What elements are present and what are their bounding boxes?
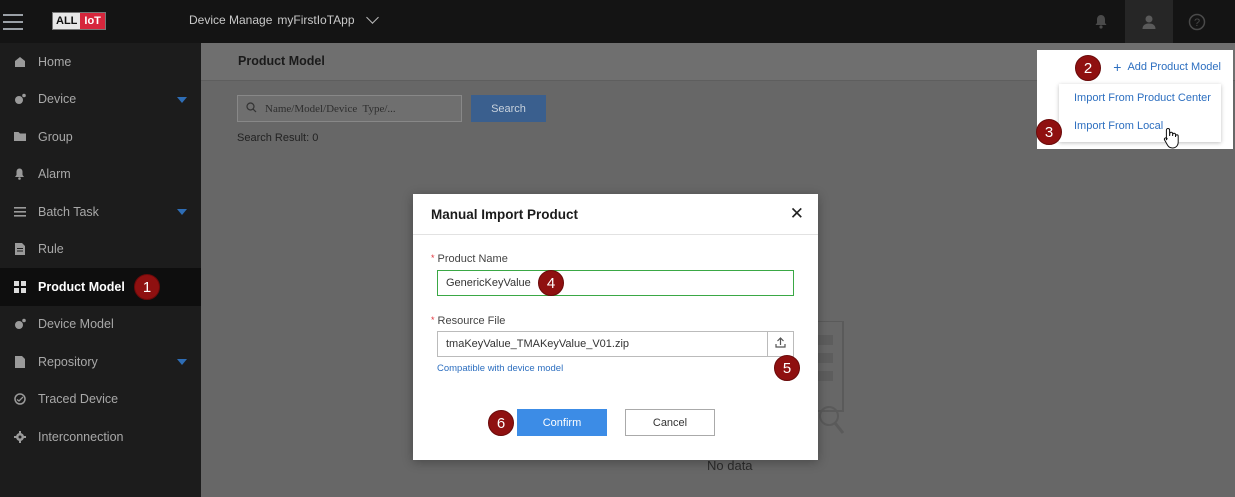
sidebar-item-interconnection[interactable]: Interconnection (0, 418, 201, 456)
plus-icon: + (1113, 58, 1122, 75)
step-marker-3: 3 (1036, 119, 1062, 145)
help-icon[interactable]: ? (1173, 0, 1221, 43)
add-product-model-label: Add Product Model (1127, 61, 1221, 73)
sidebar-item-alarm[interactable]: Alarm (0, 156, 201, 194)
search-button[interactable]: Search (471, 95, 546, 122)
search-input[interactable] (265, 102, 445, 115)
add-product-model-button[interactable]: + Add Product Model (1113, 58, 1221, 75)
no-data-label: No data (707, 458, 753, 473)
chevron-down-icon (365, 11, 379, 24)
sidebar-item-label: Group (38, 129, 73, 144)
sidebar-item-product-model[interactable]: Product Model (0, 268, 201, 306)
step-marker-6: 6 (488, 410, 514, 436)
sidebar-item-label: Device Model (38, 317, 114, 332)
sidebar-item-label: Device (38, 92, 77, 107)
compatibility-hint: Compatible with device model (437, 363, 564, 374)
expand-caret-icon[interactable] (177, 359, 187, 365)
sidebar-item-label: Rule (38, 242, 64, 257)
hamburger-menu-icon[interactable] (3, 0, 29, 43)
gear-icon (13, 430, 26, 443)
device-model-icon (13, 318, 26, 331)
app-name: myFirstIoTApp (277, 13, 355, 27)
confirm-button[interactable]: Confirm (517, 409, 607, 436)
product-name-label: * Product Name (431, 253, 508, 265)
resource-file-label-text: Resource File (437, 315, 506, 327)
dialog-header: Manual Import Product ✕ (413, 194, 818, 235)
sidebar-item-label: Interconnection (38, 429, 124, 444)
search-field[interactable] (237, 95, 462, 122)
sidebar-item-label: Batch Task (38, 204, 99, 219)
repository-icon (13, 355, 26, 368)
menu-item-import-from-product-center[interactable]: Import From Product Center (1059, 84, 1221, 112)
hand-cursor-icon (1163, 127, 1179, 149)
sidebar-item-label: Home (38, 54, 72, 69)
resource-file-label: * Resource File (431, 315, 505, 327)
step-marker-5: 5 (774, 355, 800, 381)
top-bar: ALL IoT Device Manage myFirstIoTApp ? (0, 0, 1235, 43)
sidebar-item-batch-task[interactable]: Batch Task (0, 193, 201, 231)
logo-text-left: ALL (53, 13, 81, 29)
add-product-model-panel: + Add Product Model Import From Product … (1037, 50, 1233, 149)
menu-item-import-from-local[interactable]: Import From Local (1059, 112, 1221, 140)
svg-text:?: ? (1194, 17, 1200, 29)
upload-icon (775, 337, 786, 351)
bell-icon (13, 168, 26, 181)
search-icon (246, 101, 257, 116)
sidebar: Home Device Group Alarm Batch Task Rule … (0, 43, 201, 497)
notification-bell-icon[interactable] (1077, 0, 1125, 43)
sidebar-item-label: Alarm (38, 167, 71, 182)
trace-icon (13, 393, 26, 406)
cancel-button[interactable]: Cancel (625, 409, 715, 436)
grid-icon (13, 280, 26, 293)
device-icon (13, 93, 26, 106)
user-avatar-icon[interactable] (1125, 0, 1173, 43)
close-icon[interactable]: ✕ (790, 205, 804, 222)
step-marker-4: 4 (538, 270, 564, 296)
add-product-menu: Import From Product Center Import From L… (1059, 84, 1221, 142)
page-title: Product Model (238, 54, 325, 68)
logo: ALL IoT (52, 12, 106, 30)
step-marker-1: 1 (134, 274, 160, 300)
sidebar-item-label: Repository (38, 354, 98, 369)
product-name-input[interactable] (437, 270, 794, 296)
logo-text-right: IoT (80, 13, 105, 29)
sidebar-item-label: Traced Device (38, 392, 119, 407)
section-label: Device Manage (189, 13, 273, 27)
resource-file-field[interactable]: tmaKeyValue_TMAKeyValue_V01.zip (437, 331, 768, 357)
sidebar-item-home[interactable]: Home (0, 43, 201, 81)
sidebar-item-traced-device[interactable]: Traced Device (0, 381, 201, 419)
folder-icon (13, 130, 26, 143)
required-asterisk: * (431, 253, 435, 263)
sidebar-item-group[interactable]: Group (0, 118, 201, 156)
product-name-label-text: Product Name (437, 253, 508, 265)
step-marker-2: 2 (1075, 55, 1101, 81)
home-icon (13, 55, 26, 68)
dialog-title: Manual Import Product (431, 207, 579, 222)
manual-import-product-dialog: Manual Import Product ✕ *Product Name *R… (413, 194, 818, 460)
upload-button[interactable] (767, 331, 794, 357)
expand-caret-icon[interactable] (177, 96, 187, 103)
app-selector[interactable]: Device Manage myFirstIoTApp (189, 11, 379, 27)
sidebar-item-device-model[interactable]: Device Model (0, 306, 201, 344)
sidebar-item-rule[interactable]: Rule (0, 231, 201, 269)
list-icon (13, 205, 26, 218)
sidebar-item-label: Product Model (38, 279, 125, 294)
search-result-count: Search Result: 0 (237, 132, 319, 144)
document-icon (13, 243, 26, 256)
expand-caret-icon[interactable] (177, 209, 187, 215)
sidebar-item-repository[interactable]: Repository (0, 343, 201, 381)
sidebar-item-device[interactable]: Device (0, 81, 201, 119)
required-asterisk: * (431, 315, 435, 325)
